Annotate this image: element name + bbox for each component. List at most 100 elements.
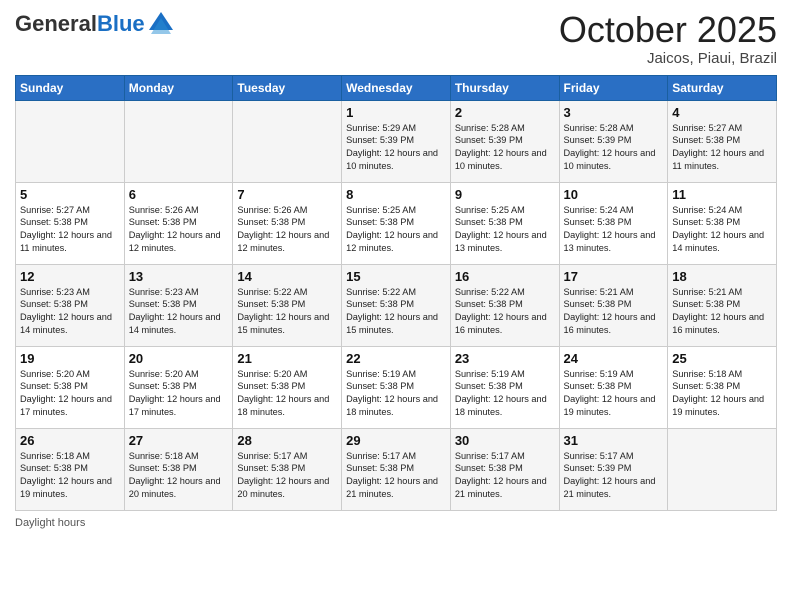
calendar-cell: 6Sunrise: 5:26 AM Sunset: 5:38 PM Daylig… xyxy=(124,182,233,264)
day-info: Sunrise: 5:19 AM Sunset: 5:38 PM Dayligh… xyxy=(346,368,446,420)
calendar-week-row: 5 Sunrise: 5:27 AM Sunset: 5:38 PM Daylig… xyxy=(16,182,777,264)
calendar-cell: 29Sunrise: 5:17 AM Sunset: 5:38 PM Dayli… xyxy=(342,428,451,510)
weekday-header: Monday xyxy=(124,75,233,100)
calendar-week-row: 19 Sunrise: 5:20 AM Sunset: 5:38 PM Dayli… xyxy=(16,346,777,428)
day-info: Sunrise: 5:26 AM Sunset: 5:38 PM Dayligh… xyxy=(237,204,337,256)
weekday-header: Sunday xyxy=(16,75,125,100)
location: Jaicos, Piaui, Brazil xyxy=(559,50,777,67)
weekday-header: Friday xyxy=(559,75,668,100)
calendar-cell: 1 Sunrise: 5:29 AM Sunset: 5:39 PM Daylig… xyxy=(342,100,451,182)
calendar-cell: 19 Sunrise: 5:20 AM Sunset: 5:38 PM Dayli… xyxy=(16,346,125,428)
weekday-header: Tuesday xyxy=(233,75,342,100)
day-number: 27 xyxy=(129,433,229,448)
day-info: Sunrise: 5:21 AM Sunset: 5:38 PM Dayligh… xyxy=(672,286,772,338)
calendar-cell: 2Sunrise: 5:28 AM Sunset: 5:39 PM Daylig… xyxy=(450,100,559,182)
calendar-cell: 24 Sunrise: 5:19 AM Sunset: 5:38 PM Dayli… xyxy=(559,346,668,428)
calendar-cell: 18 Sunrise: 5:21 AM Sunset: 5:38 PM Dayli… xyxy=(668,264,777,346)
day-info: Sunrise: 5:23 AM Sunset: 5:38 PM Dayligh… xyxy=(129,286,229,338)
logo: GeneralBlue xyxy=(15,10,175,38)
weekday-header: Saturday xyxy=(668,75,777,100)
calendar-cell: 23Sunrise: 5:19 AM Sunset: 5:38 PM Dayli… xyxy=(450,346,559,428)
day-info: Sunrise: 5:25 AM Sunset: 5:38 PM Dayligh… xyxy=(455,204,555,256)
calendar-cell: 31Sunrise: 5:17 AM Sunset: 5:39 PM Dayli… xyxy=(559,428,668,510)
logo-text: GeneralBlue xyxy=(15,12,145,36)
calendar-cell: 27Sunrise: 5:18 AM Sunset: 5:38 PM Dayli… xyxy=(124,428,233,510)
footer: Daylight hours xyxy=(15,517,777,529)
day-number: 10 xyxy=(564,187,664,202)
day-number: 8 xyxy=(346,187,446,202)
day-info: Sunrise: 5:28 AM Sunset: 5:39 PM Dayligh… xyxy=(455,122,555,174)
day-number: 26 xyxy=(20,433,120,448)
calendar-cell: 28 Sunrise: 5:17 AM Sunset: 5:38 PM Dayli… xyxy=(233,428,342,510)
title-block: October 2025 Jaicos, Piaui, Brazil xyxy=(559,10,777,67)
day-number: 24 xyxy=(564,351,664,366)
day-number: 11 xyxy=(672,187,772,202)
day-number: 30 xyxy=(455,433,555,448)
day-number: 18 xyxy=(672,269,772,284)
day-number: 7 xyxy=(237,187,337,202)
day-number: 5 xyxy=(20,187,120,202)
day-number: 9 xyxy=(455,187,555,202)
day-info: Sunrise: 5:19 AM Sunset: 5:38 PM Dayligh… xyxy=(564,368,664,420)
day-info: Sunrise: 5:28 AM Sunset: 5:39 PM Dayligh… xyxy=(564,122,664,174)
calendar-cell: 9 Sunrise: 5:25 AM Sunset: 5:38 PM Daylig… xyxy=(450,182,559,264)
day-number: 3 xyxy=(564,105,664,120)
header-row: SundayMondayTuesdayWednesdayThursdayFrid… xyxy=(16,75,777,100)
day-info: Sunrise: 5:29 AM Sunset: 5:39 PM Dayligh… xyxy=(346,122,446,174)
calendar-week-row: 12Sunrise: 5:23 AM Sunset: 5:38 PM Dayli… xyxy=(16,264,777,346)
day-info: Sunrise: 5:23 AM Sunset: 5:38 PM Dayligh… xyxy=(20,286,120,338)
day-info: Sunrise: 5:22 AM Sunset: 5:38 PM Dayligh… xyxy=(237,286,337,338)
calendar-cell: 10 Sunrise: 5:24 AM Sunset: 5:38 PM Dayli… xyxy=(559,182,668,264)
day-info: Sunrise: 5:27 AM Sunset: 5:38 PM Dayligh… xyxy=(20,204,120,256)
header: GeneralBlue October 2025 Jaicos, Piaui, … xyxy=(15,10,777,67)
day-info: Sunrise: 5:20 AM Sunset: 5:38 PM Dayligh… xyxy=(129,368,229,420)
day-number: 22 xyxy=(346,351,446,366)
day-info: Sunrise: 5:20 AM Sunset: 5:38 PM Dayligh… xyxy=(20,368,120,420)
calendar-cell: 11 Sunrise: 5:24 AM Sunset: 5:38 PM Dayli… xyxy=(668,182,777,264)
day-number: 20 xyxy=(129,351,229,366)
day-number: 28 xyxy=(237,433,337,448)
calendar-cell: 7 Sunrise: 5:26 AM Sunset: 5:38 PM Daylig… xyxy=(233,182,342,264)
day-number: 15 xyxy=(346,269,446,284)
calendar-page: GeneralBlue October 2025 Jaicos, Piaui, … xyxy=(0,0,792,612)
day-info: Sunrise: 5:18 AM Sunset: 5:38 PM Dayligh… xyxy=(20,450,120,502)
calendar-cell: 21Sunrise: 5:20 AM Sunset: 5:38 PM Dayli… xyxy=(233,346,342,428)
day-number: 23 xyxy=(455,351,555,366)
calendar-cell xyxy=(668,428,777,510)
calendar-cell xyxy=(124,100,233,182)
day-info: Sunrise: 5:17 AM Sunset: 5:38 PM Dayligh… xyxy=(346,450,446,502)
calendar-cell: 14 Sunrise: 5:22 AM Sunset: 5:38 PM Dayli… xyxy=(233,264,342,346)
day-number: 4 xyxy=(672,105,772,120)
calendar-cell: 20 Sunrise: 5:20 AM Sunset: 5:38 PM Dayli… xyxy=(124,346,233,428)
weekday-header: Wednesday xyxy=(342,75,451,100)
weekday-header: Thursday xyxy=(450,75,559,100)
calendar-cell: 4Sunrise: 5:27 AM Sunset: 5:38 PM Daylig… xyxy=(668,100,777,182)
day-info: Sunrise: 5:17 AM Sunset: 5:38 PM Dayligh… xyxy=(237,450,337,502)
day-info: Sunrise: 5:21 AM Sunset: 5:38 PM Dayligh… xyxy=(564,286,664,338)
day-number: 21 xyxy=(237,351,337,366)
day-number: 14 xyxy=(237,269,337,284)
calendar-table: SundayMondayTuesdayWednesdayThursdayFrid… xyxy=(15,75,777,511)
calendar-cell: 16 Sunrise: 5:22 AM Sunset: 5:38 PM Dayli… xyxy=(450,264,559,346)
calendar-cell: 15 Sunrise: 5:22 AM Sunset: 5:38 PM Dayli… xyxy=(342,264,451,346)
logo-icon xyxy=(147,10,175,38)
day-info: Sunrise: 5:24 AM Sunset: 5:38 PM Dayligh… xyxy=(564,204,664,256)
day-number: 16 xyxy=(455,269,555,284)
day-info: Sunrise: 5:24 AM Sunset: 5:38 PM Dayligh… xyxy=(672,204,772,256)
calendar-cell xyxy=(233,100,342,182)
day-number: 25 xyxy=(672,351,772,366)
calendar-week-row: 26 Sunrise: 5:18 AM Sunset: 5:38 PM Dayli… xyxy=(16,428,777,510)
calendar-cell: 12Sunrise: 5:23 AM Sunset: 5:38 PM Dayli… xyxy=(16,264,125,346)
day-info: Sunrise: 5:17 AM Sunset: 5:38 PM Dayligh… xyxy=(455,450,555,502)
day-number: 17 xyxy=(564,269,664,284)
calendar-cell: 5 Sunrise: 5:27 AM Sunset: 5:38 PM Daylig… xyxy=(16,182,125,264)
day-number: 19 xyxy=(20,351,120,366)
day-info: Sunrise: 5:22 AM Sunset: 5:38 PM Dayligh… xyxy=(346,286,446,338)
calendar-cell xyxy=(16,100,125,182)
day-number: 31 xyxy=(564,433,664,448)
day-info: Sunrise: 5:25 AM Sunset: 5:38 PM Dayligh… xyxy=(346,204,446,256)
day-info: Sunrise: 5:18 AM Sunset: 5:38 PM Dayligh… xyxy=(672,368,772,420)
day-info: Sunrise: 5:22 AM Sunset: 5:38 PM Dayligh… xyxy=(455,286,555,338)
calendar-cell: 30 Sunrise: 5:17 AM Sunset: 5:38 PM Dayli… xyxy=(450,428,559,510)
day-number: 1 xyxy=(346,105,446,120)
